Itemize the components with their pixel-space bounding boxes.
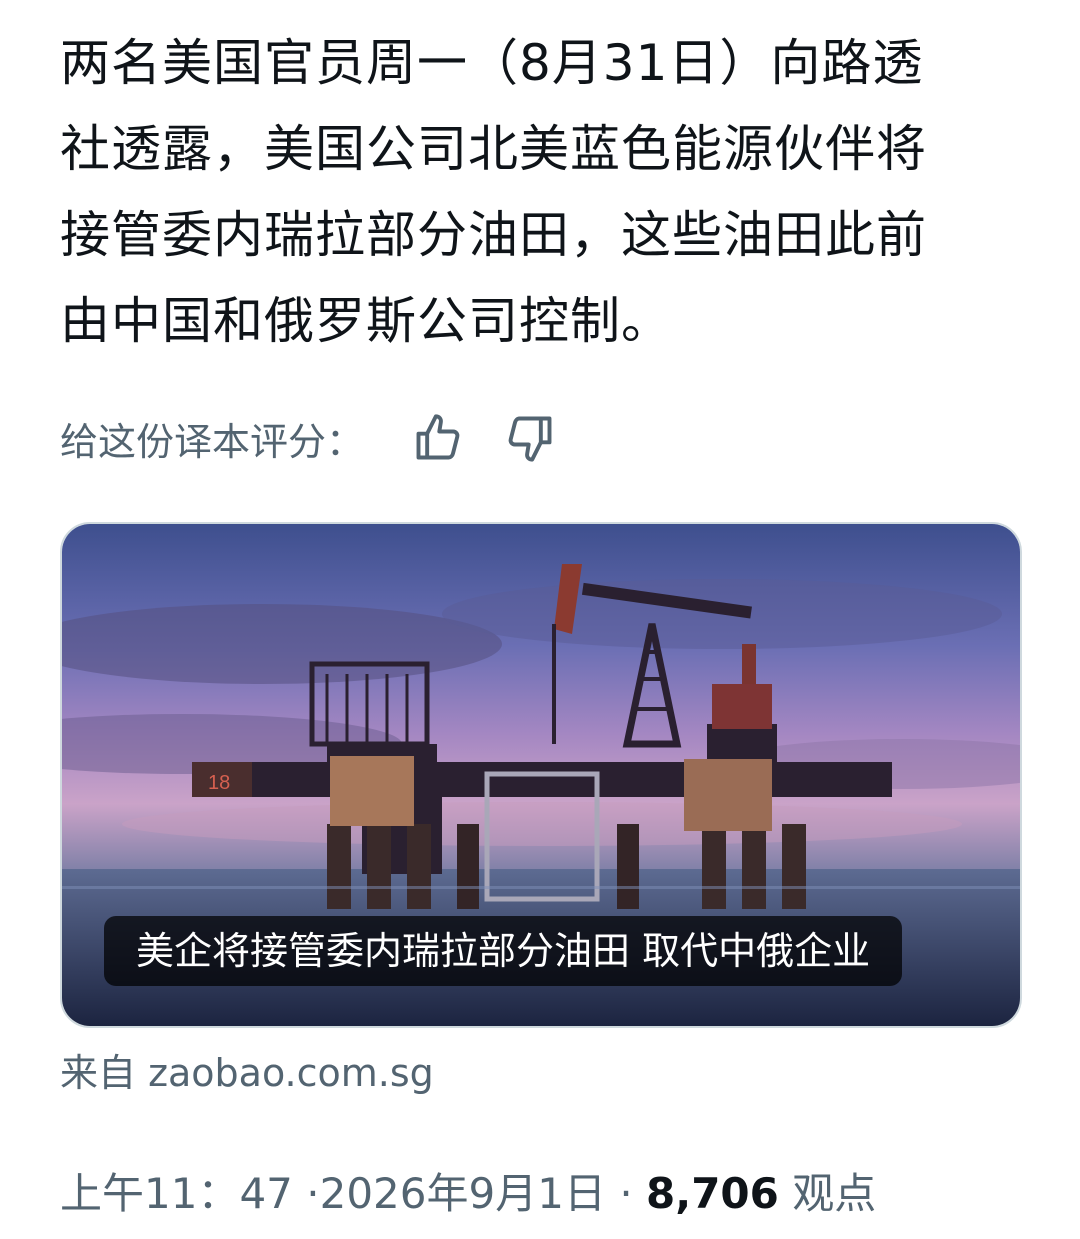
tweet-date[interactable]: 2026年9月1日	[320, 1169, 606, 1218]
thumbs-up-icon[interactable]	[408, 408, 468, 468]
link-source[interactable]: 来自 zaobao.com.sg	[60, 1042, 434, 1097]
meta-separator: ·	[306, 1169, 320, 1218]
thumbs-down-icon[interactable]	[500, 408, 560, 468]
tweet-text-line: 两名美国官员周一（8月31日）向路透	[60, 34, 924, 92]
link-card[interactable]: 18 美企将接管委内瑞拉部分油田 取代中俄企业	[60, 522, 1022, 1028]
tweet-text: 两名美国官员周一（8月31日）向路透 社透露，美国公司北美蓝色能源伙伴将 接管委…	[60, 20, 1040, 364]
tweet-time[interactable]: 上午11：47	[60, 1169, 293, 1218]
views-count[interactable]: 8,706	[646, 1169, 779, 1218]
tweet-meta: 上午11：47 ·2026年9月1日 · 8,706 观点	[60, 1160, 876, 1221]
tweet-text-line: 由中国和俄罗斯公司控制。	[60, 292, 672, 350]
link-card-caption: 美企将接管委内瑞拉部分油田 取代中俄企业	[104, 916, 903, 986]
platform-number-text: 18	[208, 772, 230, 794]
translation-rating-row: 给这份译本评分：	[60, 408, 592, 468]
views-label: 观点	[792, 1169, 877, 1218]
translation-rating-label: 给这份译本评分：	[60, 419, 365, 464]
meta-separator: ·	[619, 1169, 633, 1218]
tweet-text-line: 接管委内瑞拉部分油田，这些油田此前	[60, 206, 927, 264]
tweet-text-line: 社透露，美国公司北美蓝色能源伙伴将	[60, 120, 927, 178]
